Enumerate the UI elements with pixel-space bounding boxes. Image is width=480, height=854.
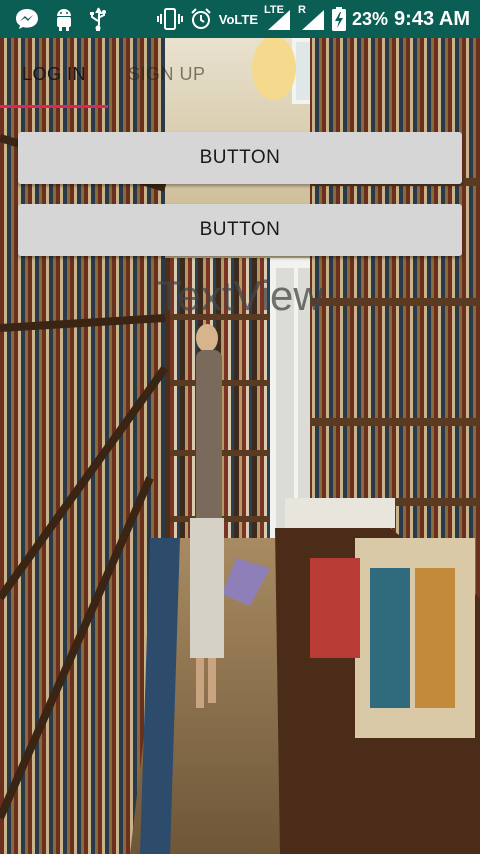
button-1[interactable]: BUTTON	[18, 132, 462, 184]
tab-log-in-label: LOG IN	[22, 63, 87, 84]
messenger-icon	[16, 9, 38, 29]
signal-icon	[268, 10, 291, 30]
clock: 9:43 AM	[394, 7, 470, 30]
android-icon	[57, 9, 71, 31]
battery-percent: 23%	[352, 8, 389, 29]
vibrate-icon	[156, 8, 183, 30]
status-bar: VoLTE LTE R 23% 9:43 AM	[0, 0, 480, 38]
tab-sign-up[interactable]: SIGN UP	[128, 38, 206, 110]
text-view: TextView	[156, 272, 324, 319]
lte-signal-icon: LTE	[264, 4, 292, 32]
tab-bar: LOG IN SIGN UP	[0, 38, 480, 110]
tab-indicator	[0, 105, 108, 108]
tab-log-in[interactable]: LOG IN	[22, 38, 86, 110]
volte-label: VoLTE	[218, 11, 259, 27]
battery-charging-icon	[332, 7, 347, 31]
roaming-signal-icon: R	[298, 4, 326, 32]
tab-sign-up-label: SIGN UP	[128, 63, 206, 84]
button-2[interactable]: BUTTON	[18, 204, 462, 256]
app-screen: VoLTE LTE R 23% 9:43 AM LOG IN SIGN UP B…	[0, 0, 480, 854]
status-bar-right: VoLTE LTE R 23% 9:43 AM	[151, 0, 470, 38]
usb-icon	[90, 7, 106, 31]
signal-icon-2	[302, 10, 325, 30]
alarm-icon	[191, 8, 211, 29]
